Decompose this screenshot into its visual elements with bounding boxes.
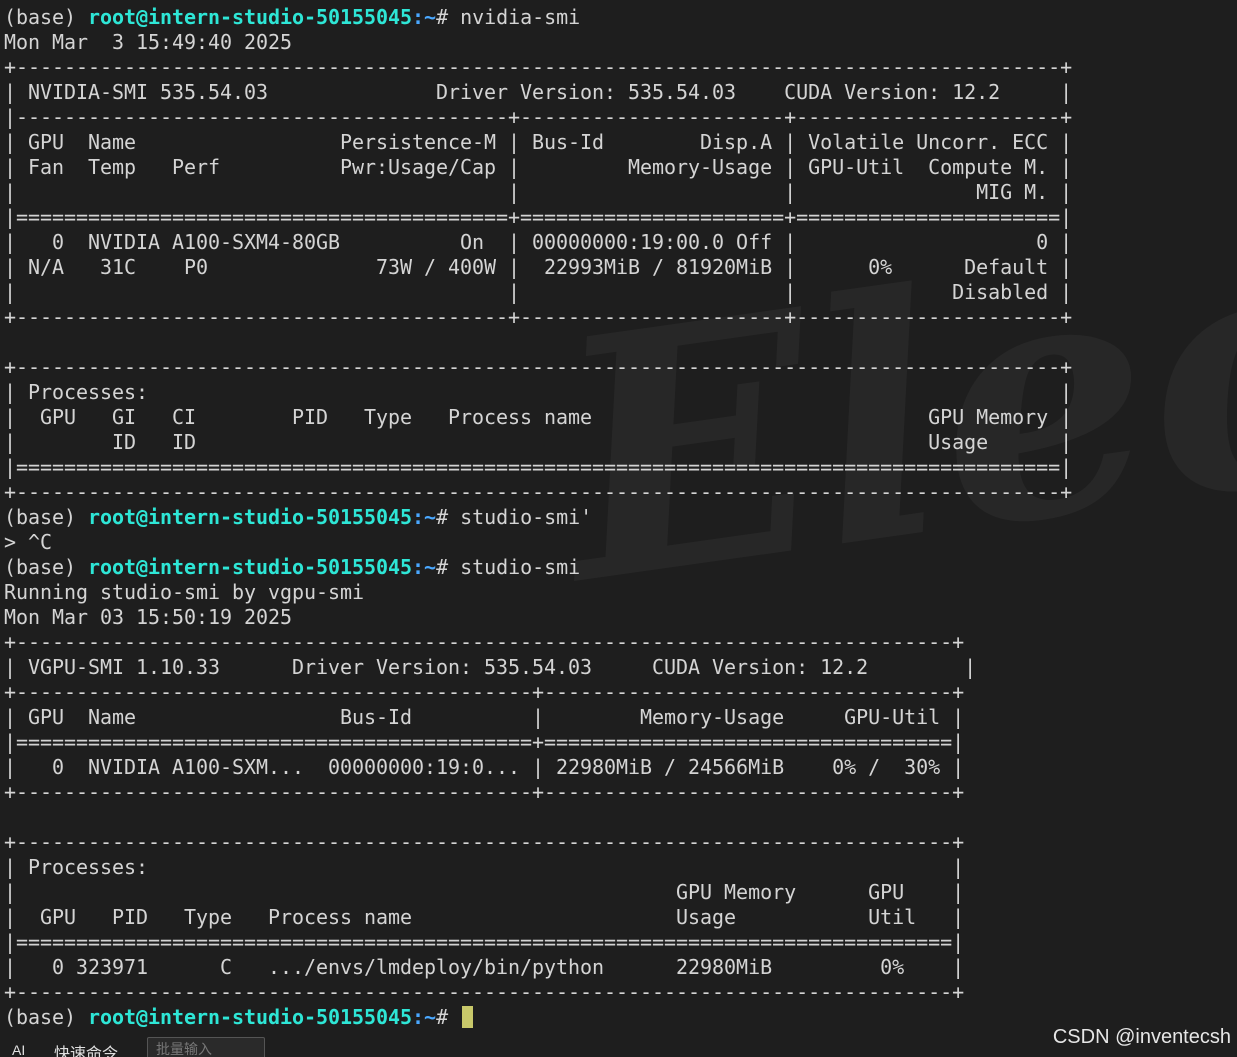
prompt-symbol: # xyxy=(436,1005,461,1029)
terminal-output: (base) root@intern-studio-50155045:~# nv… xyxy=(4,5,1072,1030)
output-line: | NVIDIA-SMI 535.54.03 Driver Version: 5… xyxy=(4,80,1073,104)
prompt-line: (base) root@intern-studio-50155045:~# st… xyxy=(4,505,1072,530)
prompt-path: :~ xyxy=(412,5,437,29)
output-line: | | | Disabled | xyxy=(4,280,1073,304)
output-line: +---------------------------------------… xyxy=(4,355,1073,379)
output-line: | GPU Name Persistence-M | Bus-Id Disp.A… xyxy=(4,130,1073,154)
prompt-symbol: # xyxy=(436,5,461,29)
output-line: +---------------------------------------… xyxy=(4,630,965,654)
prompt-env: (base) xyxy=(4,555,89,579)
output-line: +---------------------------------------… xyxy=(4,830,965,854)
output-line: |=======================================… xyxy=(4,205,1073,229)
output-line: Running studio-smi by vgpu-smi xyxy=(4,580,365,604)
prompt-user-host: root@intern-studio-50155045 xyxy=(88,505,413,529)
output-line: |---------------------------------------… xyxy=(4,105,1073,129)
output-line: | 0 NVIDIA A100-SXM... 00000000:19:0... … xyxy=(4,755,965,779)
prompt-user-host: root@intern-studio-50155045 xyxy=(88,1005,413,1029)
csdn-credit: CSDN @inventecsh xyxy=(1052,1026,1231,1048)
output-line: +---------------------------------------… xyxy=(4,980,965,1004)
prompt-env: (base) xyxy=(4,505,89,529)
output-line: |=======================================… xyxy=(4,730,965,754)
output-line: +---------------------------------------… xyxy=(4,480,1073,504)
batch-input-field[interactable] xyxy=(147,1037,265,1057)
prompt-path: :~ xyxy=(412,1005,437,1029)
output-line: | Fan Temp Perf Pwr:Usage/Cap | Memory-U… xyxy=(4,155,1073,179)
prompt-user-host: root@intern-studio-50155045 xyxy=(88,555,413,579)
prompt-env: (base) xyxy=(4,1005,89,1029)
prompt-line: (base) root@intern-studio-50155045:~# xyxy=(4,1005,1072,1030)
output-line: | ID ID Usage | xyxy=(4,430,1073,454)
output-line: +---------------------------------------… xyxy=(4,305,1073,329)
quick-commands-button[interactable]: 快速命令 xyxy=(54,1040,118,1057)
output-line: +---------------------------------------… xyxy=(4,780,965,804)
output-line: | GPU Memory GPU | xyxy=(4,880,965,904)
output-line: +---------------------------------------… xyxy=(4,55,1073,79)
prompt-command: studio-smi xyxy=(460,555,581,579)
output-line: Mon Mar 03 15:50:19 2025 xyxy=(4,605,293,629)
prompt-path: :~ xyxy=(412,505,437,529)
output-line: Mon Mar 3 15:49:40 2025 xyxy=(4,30,293,54)
prompt-command: nvidia-smi xyxy=(460,5,581,29)
prompt-user-host: root@intern-studio-50155045 xyxy=(88,5,413,29)
output-line: | GPU Name Bus-Id | Memory-Usage GPU-Uti… xyxy=(4,705,965,729)
output-line: | GPU PID Type Process name Usage Util | xyxy=(4,905,965,929)
prompt-line: (base) root@intern-studio-50155045:~# st… xyxy=(4,555,1072,580)
output-line: | GPU GI CI PID Type Process name GPU Me… xyxy=(4,405,1073,429)
output-line: | Processes: | xyxy=(4,380,1073,404)
output-line: | 0 NVIDIA A100-SXM4-80GB On | 00000000:… xyxy=(4,230,1073,254)
ai-button[interactable]: AI xyxy=(12,1042,25,1057)
bottom-toolbar: AI 快速命令 xyxy=(0,1036,1000,1057)
output-line: |=======================================… xyxy=(4,930,965,954)
prompt-symbol: # xyxy=(436,555,461,579)
output-line: | | | MIG M. | xyxy=(4,180,1073,204)
output-line: | Processes: | xyxy=(4,855,965,879)
output-line: | VGPU-SMI 1.10.33 Driver Version: 535.5… xyxy=(4,655,977,679)
prompt-line: (base) root@intern-studio-50155045:~# nv… xyxy=(4,5,1072,30)
output-line: +---------------------------------------… xyxy=(4,680,965,704)
prompt-command: studio-smi' xyxy=(460,505,593,529)
text-cursor xyxy=(462,1006,474,1028)
output-line: | N/A 31C P0 73W / 400W | 22993MiB / 819… xyxy=(4,255,1073,279)
output-line: |=======================================… xyxy=(4,455,1073,479)
output-line: > ^C xyxy=(4,530,53,554)
output-line: | 0 323971 C .../envs/lmdeploy/bin/pytho… xyxy=(4,955,965,979)
prompt-path: :~ xyxy=(412,555,437,579)
prompt-symbol: # xyxy=(436,505,461,529)
prompt-env: (base) xyxy=(4,5,89,29)
terminal-window[interactable]: Electe (base) root@intern-studio-5015504… xyxy=(0,0,1237,1057)
